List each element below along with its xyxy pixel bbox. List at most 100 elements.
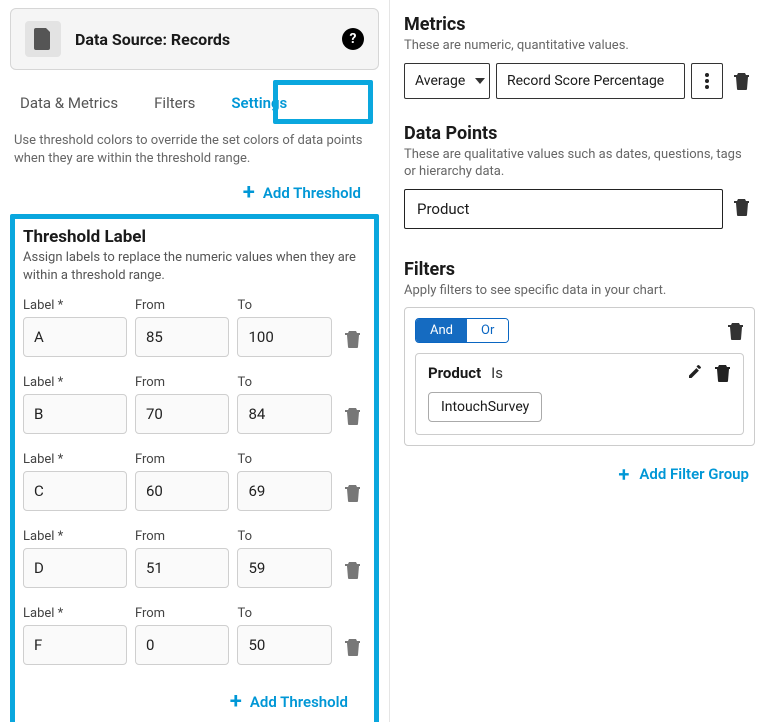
- delete-rule-button[interactable]: [715, 364, 731, 382]
- plus-icon: +: [230, 691, 242, 713]
- threshold-from-input[interactable]: [135, 625, 230, 665]
- data-source-title: Data Source: Records: [75, 30, 328, 49]
- andor-row: And Or: [415, 318, 744, 343]
- threshold-label-input[interactable]: [23, 394, 127, 434]
- metric-value: Record Score Percentage: [507, 73, 664, 89]
- tabs: Data & Metrics Filters Settings: [16, 88, 373, 118]
- filter-group: And Or Product Is IntouchSu: [404, 307, 755, 446]
- or-button[interactable]: Or: [467, 319, 508, 342]
- threshold-label-input[interactable]: [23, 548, 127, 588]
- data-source-box: Data Source: Records ?: [10, 8, 379, 70]
- threshold-from-input[interactable]: [135, 471, 230, 511]
- threshold-label-input[interactable]: [23, 625, 127, 665]
- threshold-to-input[interactable]: [237, 394, 332, 434]
- threshold-to-input[interactable]: [237, 317, 332, 357]
- threshold-label-input[interactable]: [23, 317, 127, 357]
- metric-options-button[interactable]: [691, 63, 723, 99]
- metric-aggregation-select[interactable]: Average: [404, 63, 490, 99]
- add-threshold-bottom[interactable]: + Add Threshold: [23, 683, 366, 721]
- data-point-value: Product: [417, 200, 469, 218]
- threshold-label-section: Threshold Label Assign labels to replace…: [10, 214, 379, 722]
- threshold-delete-button[interactable]: [340, 321, 366, 357]
- from-field-label: From: [135, 529, 230, 544]
- from-field-label: From: [135, 375, 230, 390]
- trash-icon: [345, 330, 361, 348]
- trash-icon: [715, 364, 731, 382]
- data-point-row: Product: [404, 189, 755, 229]
- threshold-from-input[interactable]: [135, 548, 230, 588]
- metric-delete-button[interactable]: [729, 63, 755, 99]
- threshold-colors-desc: Use threshold colors to override the set…: [14, 132, 375, 168]
- filters-title: Filters: [404, 259, 755, 280]
- metric-aggregation-value: Average: [415, 73, 465, 89]
- from-field-label: From: [135, 298, 230, 313]
- threshold-delete-button[interactable]: [340, 552, 366, 588]
- from-field-label: From: [135, 452, 230, 467]
- vertical-dots-icon: [705, 73, 709, 89]
- edit-rule-button[interactable]: [687, 364, 703, 382]
- data-points-title: Data Points: [404, 123, 755, 144]
- data-points-desc: These are qualitative values such as dat…: [404, 146, 755, 181]
- label-field-label: Label *: [23, 298, 127, 313]
- threshold-delete-button[interactable]: [340, 475, 366, 511]
- tab-settings[interactable]: Settings: [227, 88, 291, 118]
- add-filter-group-label: Add Filter Group: [639, 465, 749, 483]
- trash-icon: [345, 638, 361, 656]
- threshold-row: Label *FromTo: [23, 452, 366, 511]
- label-field-label: Label *: [23, 529, 127, 544]
- rule-head: Product Is: [428, 364, 731, 382]
- metric-row: Average Record Score Percentage: [404, 63, 755, 99]
- trash-icon: [734, 72, 750, 90]
- label-field-label: Label *: [23, 452, 127, 467]
- metrics-title: Metrics: [404, 14, 755, 35]
- filter-group-delete-button[interactable]: [728, 322, 744, 340]
- threshold-label-title: Threshold Label: [23, 227, 366, 247]
- add-threshold-label: Add Threshold: [250, 693, 348, 711]
- add-filter-group-button[interactable]: + Add Filter Group: [404, 462, 755, 486]
- trash-icon: [345, 407, 361, 425]
- threshold-from-input[interactable]: [135, 394, 230, 434]
- tab-filters[interactable]: Filters: [150, 88, 199, 118]
- metrics-desc: These are numeric, quantitative values.: [404, 37, 755, 55]
- threshold-row: Label * From To: [23, 298, 366, 357]
- add-threshold-top[interactable]: + Add Threshold: [10, 174, 379, 212]
- to-field-label: To: [237, 375, 332, 390]
- to-field-label: To: [237, 298, 332, 313]
- threshold-label-input[interactable]: [23, 471, 127, 511]
- threshold-delete-button[interactable]: [340, 629, 366, 665]
- threshold-to-input[interactable]: [237, 548, 332, 588]
- help-icon[interactable]: ?: [342, 28, 364, 50]
- chevron-down-icon: [475, 78, 485, 84]
- threshold-row: Label * From To: [23, 375, 366, 434]
- filter-value-chip[interactable]: IntouchSurvey: [428, 392, 542, 422]
- from-field-label: From: [135, 606, 230, 621]
- threshold-to-input[interactable]: [237, 471, 332, 511]
- label-field-label: Label *: [23, 606, 127, 621]
- tab-data-metrics[interactable]: Data & Metrics: [16, 88, 122, 118]
- rule-actions: [687, 364, 731, 382]
- threshold-from-input[interactable]: [135, 317, 230, 357]
- metric-value-select[interactable]: Record Score Percentage: [496, 63, 685, 99]
- trash-icon: [728, 322, 744, 340]
- threshold-delete-button[interactable]: [340, 398, 366, 434]
- plus-icon: +: [618, 462, 629, 486]
- to-field-label: To: [237, 606, 332, 621]
- pencil-icon: [687, 364, 703, 380]
- threshold-to-input[interactable]: [237, 625, 332, 665]
- and-button[interactable]: And: [416, 319, 467, 342]
- threshold-row: Label * From To: [23, 606, 366, 665]
- right-panel: Metrics These are numeric, quantitative …: [390, 0, 765, 722]
- trash-icon: [734, 198, 750, 216]
- rule-field: Product: [428, 364, 481, 382]
- trash-icon: [345, 484, 361, 502]
- data-point-select[interactable]: Product: [404, 189, 723, 229]
- to-field-label: To: [237, 529, 332, 544]
- left-panel: Data Source: Records ? Data & Metrics Fi…: [0, 0, 390, 722]
- trash-icon: [345, 561, 361, 579]
- document-icon: [25, 21, 61, 57]
- filters-desc: Apply filters to see specific data in yo…: [404, 282, 755, 300]
- threshold-label-desc: Assign labels to replace the numeric val…: [23, 249, 366, 284]
- label-field-label: Label *: [23, 375, 127, 390]
- data-point-delete-button[interactable]: [729, 189, 755, 225]
- rule-operator: Is: [491, 364, 503, 382]
